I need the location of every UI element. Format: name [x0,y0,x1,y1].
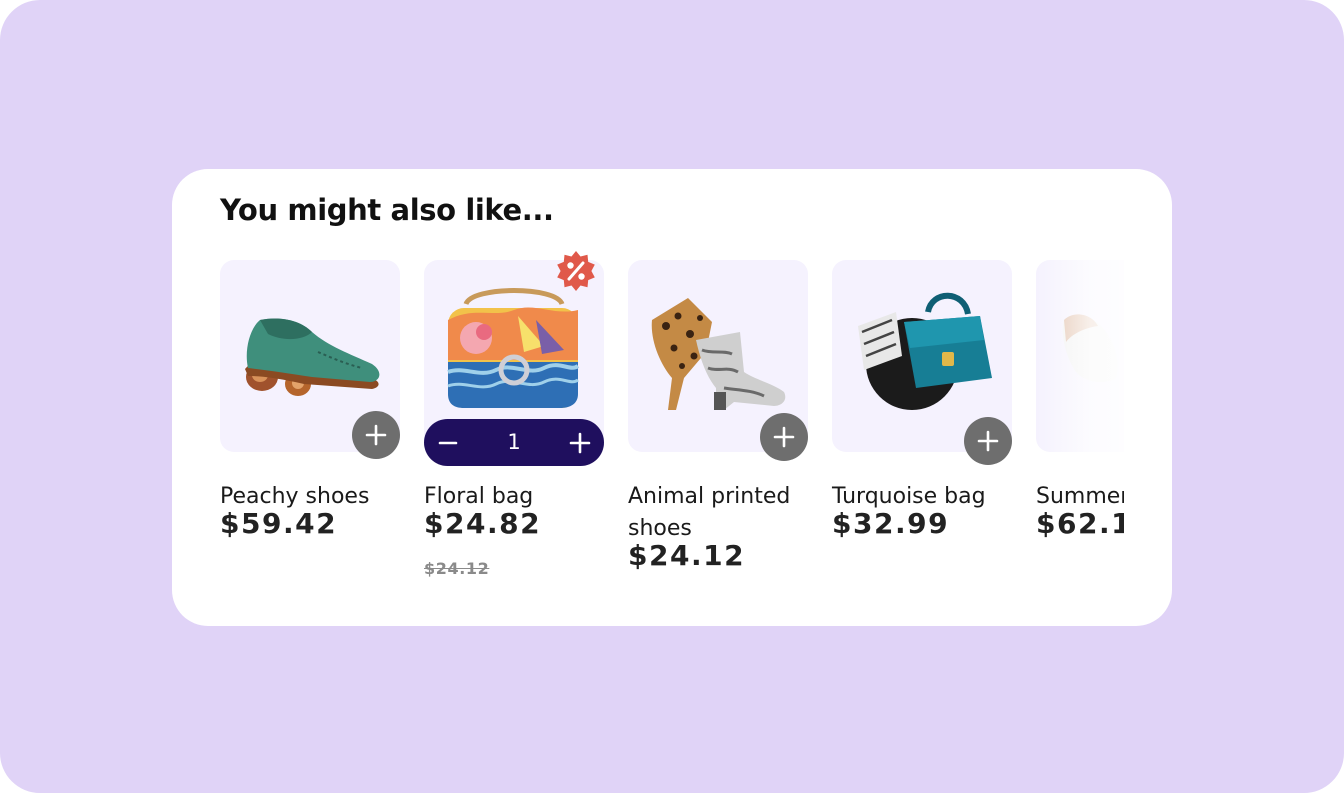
product-carousel[interactable]: Peachy shoes $59.42 1 Floral bag $24.82 … [220,249,1124,609]
product-price: $24.12 [628,539,746,572]
product-name[interactable]: Animal printed shoes [628,481,808,545]
product-card-floral-bag[interactable]: 1 Floral bag $24.82 $24.12 [424,249,604,609]
plus-icon [977,430,999,452]
product-price: $62.12 [1036,507,1124,540]
product-price: $24.82 [424,507,542,540]
add-to-cart-button[interactable] [352,411,400,459]
plus-icon [365,424,387,446]
quantity-value: 1 [507,430,521,454]
add-to-cart-button[interactable] [760,413,808,461]
plus-icon [569,432,591,454]
plus-icon [773,426,795,448]
product-card-turquoise-bag[interactable]: Turquoise bag $32.99 [832,249,1012,609]
recommendations-card: You might also like... Peachy shoes $59.… [172,169,1172,626]
quantity-stepper[interactable]: 1 [424,419,604,466]
product-card-peachy-shoes[interactable]: Peachy shoes $59.42 [220,249,400,609]
section-title: You might also like... [220,193,554,227]
page-background: You might also like... Peachy shoes $59.… [0,0,1344,793]
add-to-cart-button[interactable] [964,417,1012,465]
minus-icon [438,441,458,445]
product-card-animal-printed-shoes[interactable]: Animal printed shoes $24.12 [628,249,808,609]
decrease-quantity-button[interactable] [424,419,472,466]
percent-badge-icon [557,251,595,291]
product-price: $32.99 [832,507,950,540]
product-price: $59.42 [220,507,338,540]
carousel-edge-fade [1036,260,1124,452]
product-card-summer[interactable]: Summer $62.12 [1036,249,1124,609]
increase-quantity-button[interactable] [556,419,604,466]
original-price: $24.12 [424,559,490,578]
